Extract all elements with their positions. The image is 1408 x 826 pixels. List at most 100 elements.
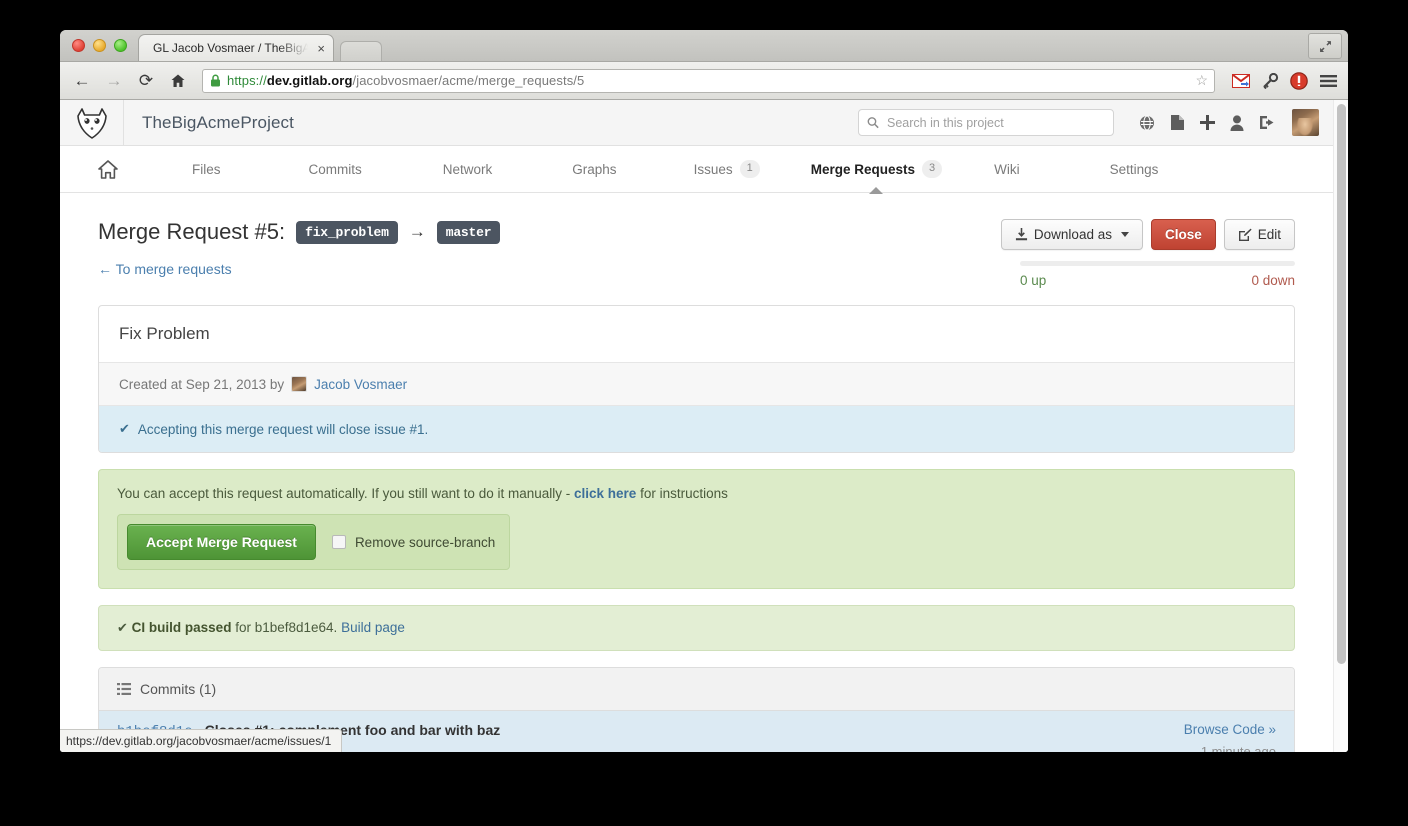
- new-project-icon[interactable]: [1192, 108, 1222, 138]
- browser-menu-icon[interactable]: [1318, 71, 1338, 91]
- manual-instructions-link[interactable]: click here: [574, 486, 636, 501]
- gitlab-fox-icon: [75, 107, 109, 139]
- nav-item-settings[interactable]: Settings: [1110, 146, 1159, 193]
- remove-source-branch-checkbox[interactable]: [332, 535, 346, 549]
- key-icon[interactable]: [1260, 71, 1280, 91]
- minimize-window-button[interactable]: [93, 39, 106, 52]
- gmail-icon[interactable]: [1231, 71, 1251, 91]
- public-area-icon[interactable]: [1132, 108, 1162, 138]
- adblock-stop-icon[interactable]: [1289, 71, 1309, 91]
- source-branch-badge[interactable]: fix_problem: [296, 221, 398, 244]
- nav-label: Graphs: [572, 162, 616, 177]
- nav-label: Commits: [309, 162, 362, 177]
- closes-issue-notice: ✔ Accepting this merge request will clos…: [99, 406, 1294, 452]
- branch-arrow-icon: →: [409, 222, 426, 242]
- lock-icon: [210, 74, 221, 87]
- snippets-icon[interactable]: [1162, 108, 1192, 138]
- commits-panel-header: Commits (1): [99, 668, 1294, 711]
- merge-request-meta: Created at Sep 21, 2013 by Jacob Vosmaer: [99, 363, 1294, 406]
- ci-commit-text: for b1bef8d1e64.: [235, 620, 337, 635]
- nav-item-network[interactable]: Network: [443, 146, 493, 193]
- closes-issue-text: Accepting this merge request will close …: [138, 422, 428, 437]
- extension-icons: [1227, 71, 1338, 91]
- back-to-merge-requests-link[interactable]: ← To merge requests: [98, 261, 232, 277]
- nav-label: Wiki: [994, 162, 1020, 177]
- page-scrollbar[interactable]: [1333, 100, 1348, 752]
- close-window-button[interactable]: [72, 39, 85, 52]
- accept-merge-request-button[interactable]: Accept Merge Request: [127, 524, 316, 560]
- search-box[interactable]: [858, 109, 1114, 136]
- merge-request-heading: Merge Request #5:: [98, 219, 285, 245]
- author-avatar: [291, 376, 307, 392]
- nav-label: Files: [192, 162, 221, 177]
- url-host: dev.gitlab.org: [267, 73, 353, 88]
- nav-label: Settings: [1110, 162, 1159, 177]
- remove-source-branch-label: Remove source-branch: [355, 535, 495, 550]
- nav-item-home[interactable]: [98, 146, 118, 193]
- home-icon: [170, 73, 186, 89]
- commit-timestamp: 1 minute ago: [1184, 744, 1276, 752]
- browser-toolbar: ← → ⟳ https://dev.gitlab.org/jacobvosmae…: [60, 62, 1348, 100]
- nav-item-wiki[interactable]: Wiki: [994, 146, 1020, 193]
- edit-label: Edit: [1258, 227, 1281, 242]
- accept-merge-request-panel: You can accept this request automaticall…: [98, 469, 1295, 589]
- back-button[interactable]: ←: [70, 69, 94, 93]
- nav-item-files[interactable]: Files: [192, 146, 221, 193]
- ci-status-panel: ✔ CI build passed for b1bef8d1e64. Build…: [98, 605, 1295, 651]
- gitlab-header: TheBigAcmeProject: [60, 100, 1333, 146]
- scrollbar-thumb[interactable]: [1337, 104, 1346, 664]
- download-as-button[interactable]: Download as: [1001, 219, 1143, 250]
- browser-viewport: TheBigAcmeProject: [60, 100, 1348, 752]
- ci-status-text: CI build passed: [132, 620, 232, 635]
- browse-code-link[interactable]: Browse Code »: [1184, 722, 1276, 737]
- author-link[interactable]: Jacob Vosmaer: [314, 377, 407, 392]
- target-branch-badge[interactable]: master: [437, 221, 501, 244]
- search-icon: [867, 116, 879, 129]
- vote-progress-bar: [1020, 261, 1295, 266]
- bookmark-star-icon[interactable]: ☆: [1195, 72, 1208, 89]
- header-actions: [858, 108, 1333, 138]
- check-icon: ✔: [119, 421, 130, 437]
- remove-source-branch-row[interactable]: Remove source-branch: [332, 535, 495, 550]
- address-bar[interactable]: https://dev.gitlab.org/jacobvosmaer/acme…: [202, 69, 1215, 93]
- nav-item-graphs[interactable]: Graphs: [572, 146, 616, 193]
- nav-item-merge-requests[interactable]: Merge Requests 3: [811, 146, 942, 193]
- profile-icon[interactable]: [1222, 108, 1252, 138]
- close-tab-icon[interactable]: ×: [313, 42, 325, 55]
- merge-request-header: Merge Request #5: fix_problem → master: [98, 219, 1295, 250]
- browser-window: GL Jacob Vosmaer / TheBigAc × ← → ⟳: [60, 30, 1348, 752]
- fullscreen-button[interactable]: [1308, 33, 1342, 59]
- edit-button[interactable]: Edit: [1224, 219, 1295, 250]
- forward-button[interactable]: →: [102, 69, 126, 93]
- close-merge-request-button[interactable]: Close: [1151, 219, 1216, 250]
- zoom-window-button[interactable]: [114, 39, 127, 52]
- merge-request-subheader: ← To merge requests 0 up 0 down: [98, 261, 1295, 288]
- commits-count-label: Commits (1): [140, 681, 216, 697]
- accept-text-before: You can accept this request automaticall…: [117, 486, 570, 501]
- list-icon: [117, 683, 131, 695]
- address-bar-url: https://dev.gitlab.org/jacobvosmaer/acme…: [227, 73, 1189, 88]
- nav-item-commits[interactable]: Commits: [309, 146, 362, 193]
- gitlab-page: TheBigAcmeProject: [60, 100, 1333, 752]
- merge-request-panel: Fix Problem Created at Sep 21, 2013 by J…: [98, 305, 1295, 453]
- downvote-count: 0 down: [1251, 273, 1295, 288]
- gitlab-logo[interactable]: [60, 100, 124, 146]
- user-avatar[interactable]: [1292, 109, 1319, 136]
- accept-text-after: for instructions: [640, 486, 728, 501]
- home-button[interactable]: [166, 69, 190, 93]
- nav-label: Issues: [694, 162, 733, 177]
- browser-tab[interactable]: GL Jacob Vosmaer / TheBigAc ×: [138, 34, 334, 61]
- url-scheme: https://: [227, 73, 267, 88]
- nav-label: Merge Requests: [811, 162, 915, 177]
- project-title[interactable]: TheBigAcmeProject: [124, 113, 294, 133]
- new-tab-button[interactable]: [340, 41, 382, 61]
- build-page-link[interactable]: Build page: [341, 620, 405, 635]
- nav-item-issues[interactable]: Issues 1: [694, 146, 760, 193]
- merge-request-content: Merge Request #5: fix_problem → master: [60, 193, 1333, 752]
- sign-out-icon[interactable]: [1252, 108, 1282, 138]
- status-bar-url: https://dev.gitlab.org/jacobvosmaer/acme…: [60, 729, 342, 752]
- reload-button[interactable]: ⟳: [134, 69, 158, 93]
- project-nav: Files Commits Network Graphs Issues 1: [60, 146, 1333, 193]
- search-input[interactable]: [885, 115, 1105, 131]
- merge-request-actions: Download as Close E: [1001, 219, 1295, 250]
